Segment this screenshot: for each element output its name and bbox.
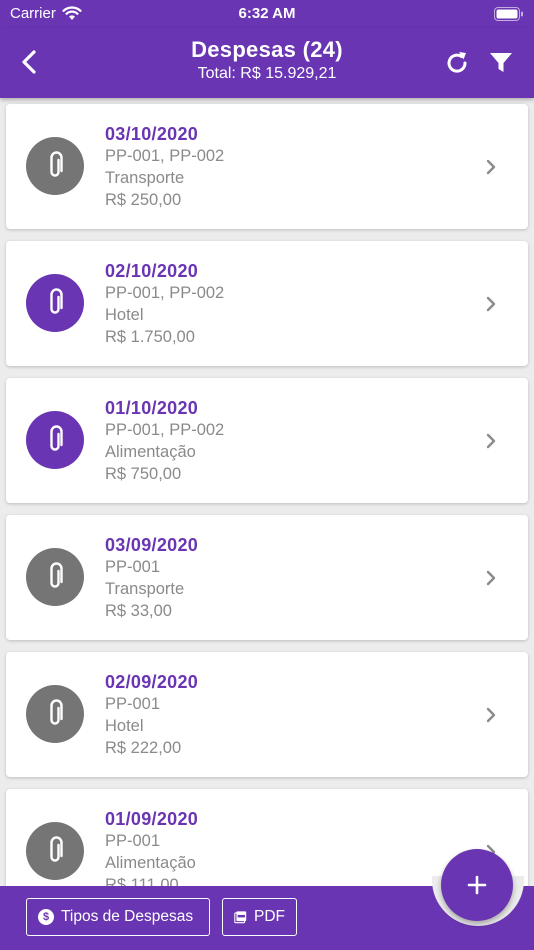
status-time: 6:32 AM: [238, 5, 296, 22]
attachment-badge: [26, 548, 84, 606]
pdf-label: PDF: [254, 908, 285, 925]
expense-info: 01/09/2020 PP-001 Alimentação R$ 111,00: [105, 808, 198, 888]
expense-info: 01/10/2020 PP-001, PP-002 Alimentação R$ 75…: [105, 397, 224, 485]
add-expense-button[interactable]: [441, 849, 513, 921]
expense-info: 02/10/2020 PP-001, PP-002 Hotel R$ 1.750,00: [105, 260, 224, 348]
paperclip-icon: [50, 425, 63, 451]
expense-refs: PP-001: [105, 695, 161, 713]
expense-info: 02/09/2020 PP-001 Hotel R$ 222,00: [105, 671, 198, 759]
paperclip-icon: [50, 151, 63, 177]
attachment-badge: [26, 822, 84, 880]
expense-category: Hotel: [105, 717, 144, 735]
chevron-right-icon: [486, 570, 496, 586]
paperclip-icon: [50, 836, 63, 862]
status-bar: Carrier 6:32 AM: [0, 0, 534, 28]
expense-types-button[interactable]: $ Tipos de Despesas: [26, 898, 210, 936]
expense-amount: R$ 250,00: [105, 191, 182, 209]
expense-card[interactable]: 02/09/2020 PP-001 Hotel R$ 222,00: [6, 652, 528, 777]
expense-amount: R$ 1.750,00: [105, 328, 195, 346]
expense-amount: R$ 222,00: [105, 739, 182, 757]
filter-icon[interactable]: [486, 48, 516, 78]
expense-info: 03/10/2020 PP-001, PP-002 Transporte R$ 250…: [105, 123, 224, 211]
expense-refs: PP-001, PP-002: [105, 284, 225, 302]
chevron-right-icon: [486, 433, 496, 449]
paperclip-icon: [50, 288, 63, 314]
expense-date: 01/09/2020: [105, 809, 199, 829]
chevron-right-icon: [486, 707, 496, 723]
plus-icon: [467, 875, 487, 895]
nav-bar: Despesas (24) Total: R$ 15.929,21: [0, 28, 534, 98]
expense-refs: PP-001, PP-002: [105, 147, 225, 165]
expense-category: Hotel: [105, 306, 144, 324]
expense-date: 02/09/2020: [105, 672, 199, 692]
expense-date: 01/10/2020: [105, 398, 199, 418]
expense-amount: R$ 750,00: [105, 465, 182, 483]
expense-refs: PP-001, PP-002: [105, 421, 225, 439]
pdf-icon: [234, 911, 247, 924]
expense-refs: PP-001: [105, 832, 161, 850]
paperclip-icon: [50, 699, 63, 725]
expense-card[interactable]: 03/09/2020 PP-001 Transporte R$ 33,00: [6, 515, 528, 640]
attachment-badge: [26, 137, 84, 195]
expense-card[interactable]: 02/10/2020 PP-001, PP-002 Hotel R$ 1.750,00: [6, 241, 528, 366]
expense-card[interactable]: 03/10/2020 PP-001, PP-002 Transporte R$ 250…: [6, 104, 528, 229]
attachment-badge: [26, 411, 84, 469]
expense-category: Alimentação: [105, 854, 196, 872]
expense-amount: R$ 33,00: [105, 602, 172, 620]
expense-category: Transporte: [105, 169, 185, 187]
refresh-icon[interactable]: [442, 48, 472, 78]
expense-date: 02/10/2020: [105, 261, 199, 281]
expense-card[interactable]: 01/10/2020 PP-001, PP-002 Alimentação R$ 75…: [6, 378, 528, 503]
chevron-right-icon: [486, 296, 496, 312]
expense-types-label: Tipos de Despesas: [61, 908, 194, 925]
dollar-icon: $: [38, 909, 54, 925]
expense-info: 03/09/2020 PP-001 Transporte R$ 33,00: [105, 534, 198, 622]
pdf-button[interactable]: PDF: [222, 898, 297, 936]
expense-date: 03/10/2020: [105, 124, 199, 144]
expense-refs: PP-001: [105, 558, 161, 576]
expense-list: 03/10/2020 PP-001, PP-002 Transporte R$ 250…: [0, 98, 534, 888]
attachment-badge: [26, 685, 84, 743]
paperclip-icon: [50, 562, 63, 588]
battery-icon: [494, 7, 523, 21]
expense-date: 03/09/2020: [105, 535, 199, 555]
attachment-badge: [26, 274, 84, 332]
chevron-right-icon: [486, 159, 496, 175]
expense-category: Alimentação: [105, 443, 196, 461]
expense-category: Transporte: [105, 580, 185, 598]
